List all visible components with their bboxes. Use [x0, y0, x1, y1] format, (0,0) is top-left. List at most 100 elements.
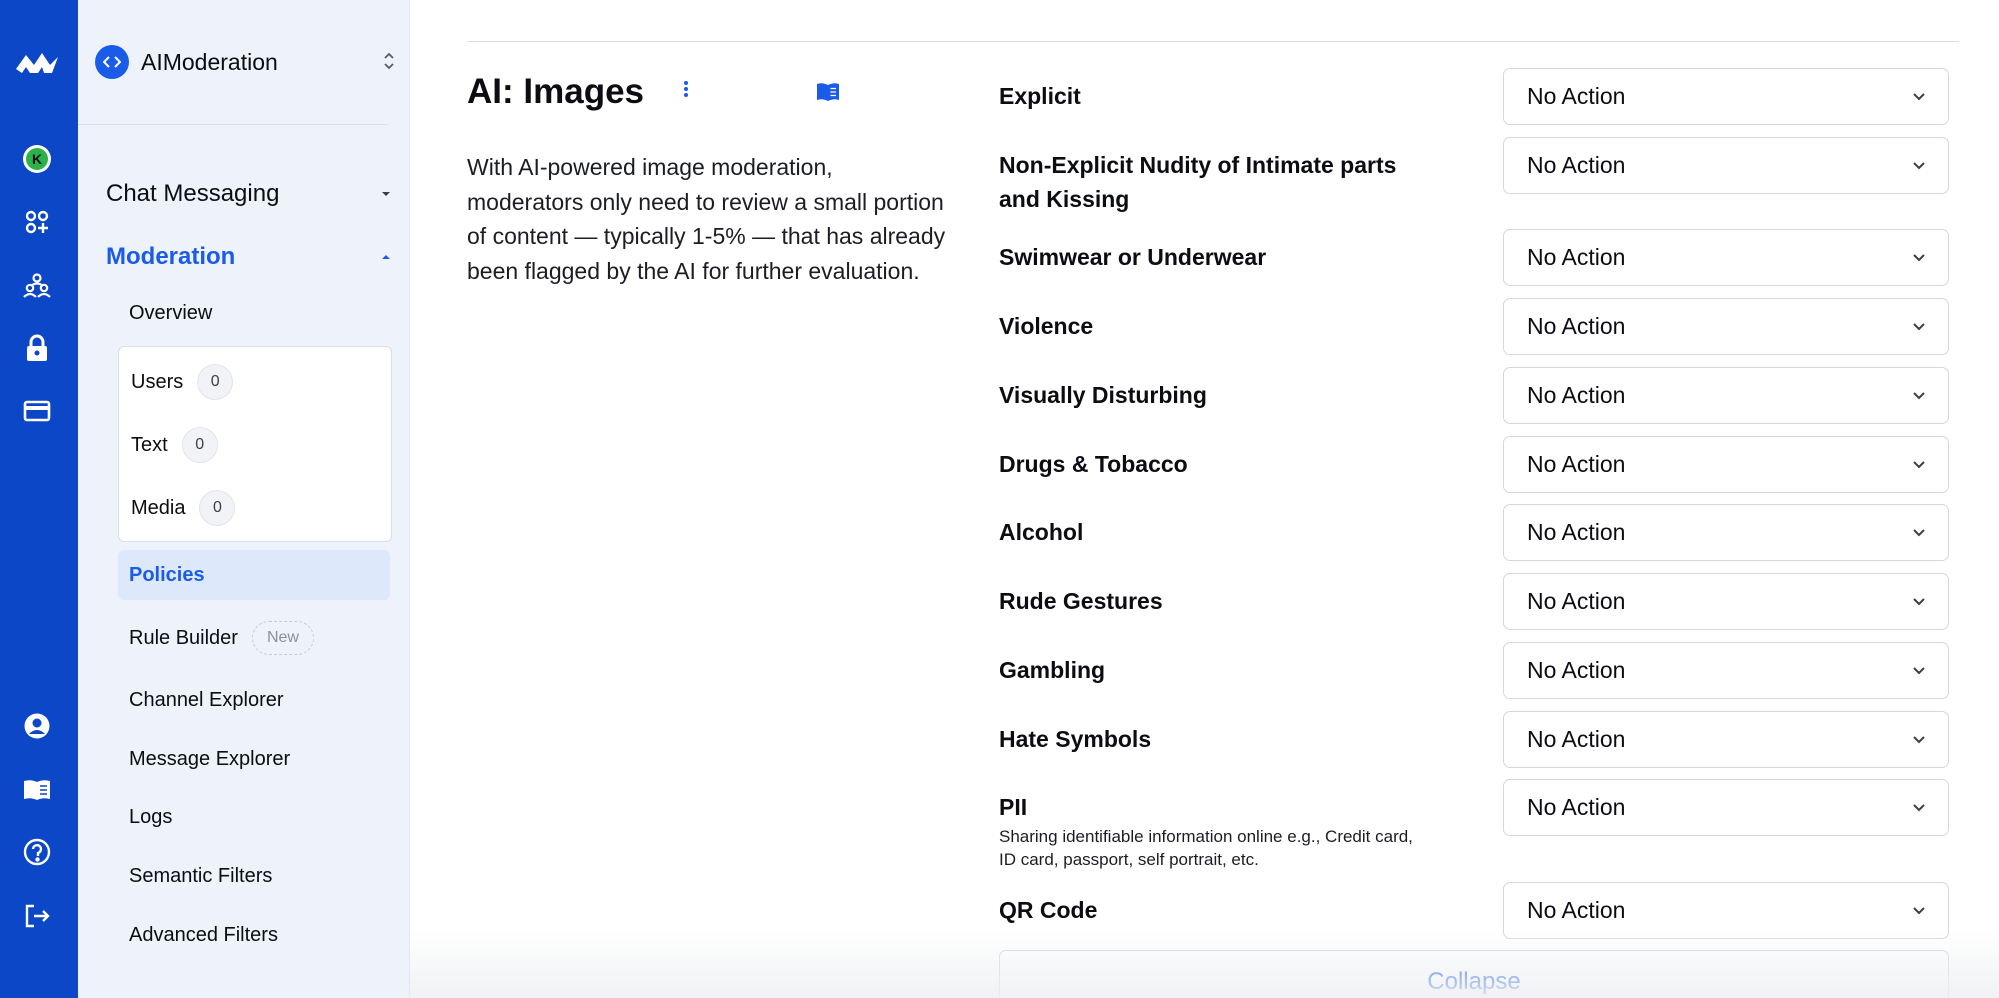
- sidebar-divider: [78, 124, 388, 125]
- action-select-swimwear[interactable]: No Action: [1503, 229, 1949, 286]
- queue-media[interactable]: Media 0: [131, 488, 236, 528]
- lock-icon[interactable]: [21, 332, 53, 364]
- policy-label-rude-gestures: Rude Gestures: [999, 588, 1163, 614]
- chevron-down-icon: [1912, 157, 1926, 175]
- billing-icon[interactable]: [21, 395, 53, 427]
- sidebar-item-label: Message Explorer: [129, 747, 291, 770]
- select-value: No Action: [1527, 244, 1626, 270]
- select-value: No Action: [1527, 657, 1626, 683]
- sidebar-item-label: Advanced Filters: [129, 923, 278, 946]
- sidebar: AIModeration Chat Messaging Moderation O…: [78, 0, 410, 998]
- main-content: AI: Images With AI-powered image moderat…: [410, 0, 1999, 998]
- sidebar-item-label: Channel Explorer: [129, 688, 284, 711]
- select-value: No Action: [1527, 519, 1626, 545]
- chevron-down-icon: [1912, 318, 1926, 336]
- chevron-down-icon: [1912, 593, 1926, 611]
- sidebar-item-rule-builder[interactable]: Rule Builder New: [118, 613, 390, 663]
- chevron-down-icon: [1912, 902, 1926, 920]
- sidebar-item-label: Policies: [129, 563, 205, 586]
- queue-text[interactable]: Text 0: [131, 425, 218, 465]
- select-value: No Action: [1527, 382, 1626, 408]
- select-value: No Action: [1527, 794, 1626, 820]
- policy-label-swimwear: Swimwear or Underwear: [999, 244, 1267, 270]
- select-value: No Action: [1527, 152, 1626, 178]
- code-icon: [95, 45, 129, 79]
- policy-label-violence: Violence: [999, 313, 1094, 339]
- avatar-letter: K: [32, 151, 42, 167]
- action-select-drugs-tobacco[interactable]: No Action: [1503, 436, 1949, 493]
- page-title: AI: Images: [467, 72, 644, 111]
- action-select-gambling[interactable]: No Action: [1503, 642, 1949, 699]
- section-label: Moderation: [106, 243, 236, 270]
- policy-label-drugs-tobacco: Drugs & Tobacco: [999, 451, 1188, 477]
- chevron-down-icon: [1912, 456, 1926, 474]
- sidebar-item-advanced-filters[interactable]: Advanced Filters: [118, 910, 390, 960]
- select-value: No Action: [1527, 588, 1626, 614]
- action-select-alcohol[interactable]: No Action: [1503, 504, 1949, 561]
- apps-icon[interactable]: [21, 206, 53, 238]
- chevron-down-icon: [1912, 249, 1926, 267]
- action-select-violence[interactable]: No Action: [1503, 298, 1949, 355]
- action-select-visually-disturbing[interactable]: No Action: [1503, 367, 1949, 424]
- select-value: No Action: [1527, 83, 1626, 109]
- policy-label-gambling: Gambling: [999, 657, 1106, 683]
- queue-count: 0: [199, 490, 236, 526]
- sidebar-item-overview[interactable]: Overview: [118, 288, 390, 338]
- select-value: No Action: [1527, 897, 1626, 923]
- caret-down-icon: [380, 185, 392, 203]
- action-select-pii[interactable]: No Action: [1503, 779, 1949, 836]
- policy-label-alcohol: Alcohol: [999, 519, 1084, 545]
- account-icon[interactable]: [21, 710, 53, 742]
- logout-icon[interactable]: [21, 900, 53, 932]
- more-options-icon[interactable]: [678, 80, 694, 104]
- app-name: AIModeration: [141, 48, 278, 75]
- action-select-qr-code[interactable]: No Action: [1503, 882, 1949, 939]
- users-icon[interactable]: [21, 269, 53, 301]
- sidebar-item-semantic-filters[interactable]: Semantic Filters: [118, 851, 390, 901]
- page-description: With AI-powered image moderation, modera…: [467, 154, 946, 284]
- collapse-button[interactable]: Collapse: [999, 950, 1949, 998]
- action-select-non-explicit-nudity[interactable]: No Action: [1503, 137, 1949, 194]
- select-value: No Action: [1527, 451, 1626, 477]
- sidebar-item-policies[interactable]: Policies: [118, 550, 390, 600]
- sidebar-item-message-explorer[interactable]: Message Explorer: [118, 734, 390, 784]
- chevron-down-icon: [1912, 387, 1926, 405]
- chevron-down-icon: [1912, 88, 1926, 106]
- action-select-rude-gestures[interactable]: No Action: [1503, 573, 1949, 630]
- chevron-down-icon: [1912, 799, 1926, 817]
- queue-label: Media: [131, 496, 186, 519]
- sidebar-item-logs[interactable]: Logs: [118, 792, 390, 842]
- action-select-explicit[interactable]: No Action: [1503, 68, 1949, 125]
- policy-label-visually-disturbing: Visually Disturbing: [999, 382, 1207, 408]
- sidebar-item-label: Overview: [129, 301, 213, 324]
- logo-icon[interactable]: [14, 46, 60, 78]
- section-chat-messaging[interactable]: Chat Messaging: [106, 177, 392, 211]
- queue-users[interactable]: Users 0: [131, 362, 234, 402]
- docs-book-icon[interactable]: [816, 82, 840, 107]
- select-value: No Action: [1527, 313, 1626, 339]
- avatar-icon[interactable]: K: [21, 143, 53, 175]
- section-moderation[interactable]: Moderation: [106, 240, 392, 274]
- sidebar-item-channel-explorer[interactable]: Channel Explorer: [118, 675, 390, 725]
- policy-label-hate-symbols: Hate Symbols: [999, 726, 1152, 752]
- app-switcher[interactable]: AIModeration: [95, 43, 395, 81]
- help-icon[interactable]: [21, 836, 53, 868]
- review-queues: Users 0 Text 0 Media 0: [118, 346, 392, 542]
- policy-label-pii: PII: [999, 794, 1028, 820]
- queue-label: Users: [131, 370, 184, 393]
- queue-count: 0: [197, 364, 234, 400]
- section-label: Chat Messaging: [106, 180, 280, 207]
- action-select-hate-symbols[interactable]: No Action: [1503, 711, 1949, 768]
- sidebar-item-label: Logs: [129, 805, 173, 828]
- new-badge: New: [251, 621, 314, 655]
- policy-sublabel-pii: Sharing identifiable information online …: [999, 827, 1413, 869]
- switch-chevrons-icon: [383, 51, 395, 76]
- sidebar-item-label: Rule Builder: [129, 626, 238, 649]
- policy-label-non-explicit-nudity: Non-Explicit Nudity of Intimate parts an…: [999, 152, 1397, 212]
- policy-label-qr-code: QR Code: [999, 897, 1098, 923]
- docs-icon[interactable]: [21, 774, 53, 806]
- section-divider: [467, 41, 1959, 42]
- icon-rail: K: [0, 0, 78, 998]
- policy-label-explicit: Explicit: [999, 83, 1081, 109]
- queue-count: 0: [181, 427, 218, 463]
